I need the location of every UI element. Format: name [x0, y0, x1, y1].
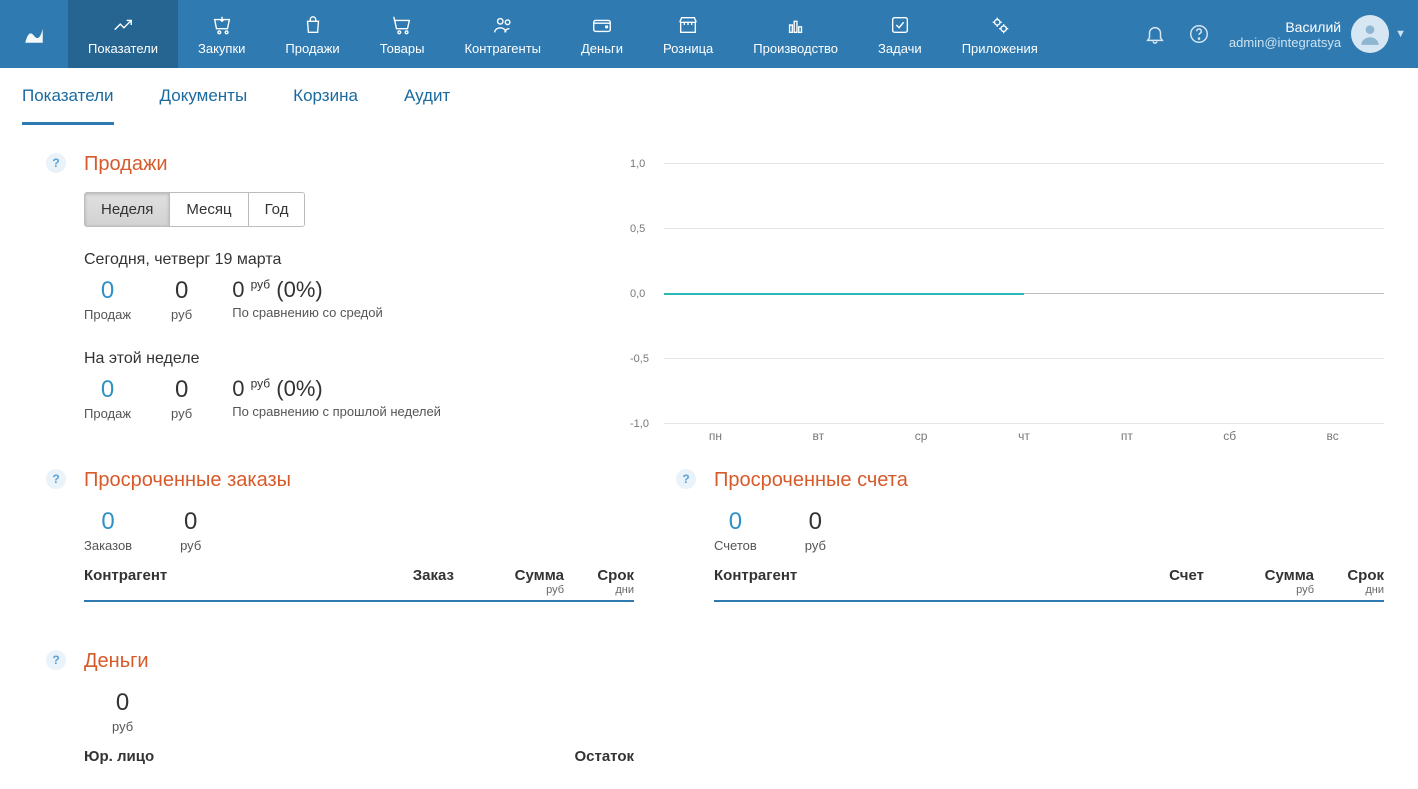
- avatar: [1351, 15, 1389, 53]
- nav-label: Продажи: [285, 41, 339, 56]
- nav-counterparties[interactable]: Контрагенты: [444, 0, 561, 68]
- factory-icon: [785, 13, 807, 37]
- subtabs: Показатели Документы Корзина Аудит: [0, 68, 1418, 125]
- overdue-orders-table-head: Контрагент Заказ Суммаруб Срокдни: [84, 567, 634, 602]
- store-icon: [677, 13, 699, 37]
- nav-label: Розница: [663, 41, 713, 56]
- money-amount: 0: [112, 689, 133, 717]
- help-badge[interactable]: ?: [676, 469, 696, 489]
- period-year-button[interactable]: Год: [248, 193, 305, 226]
- today-sales-count: 0: [84, 277, 131, 305]
- cart-in-icon: [211, 13, 233, 37]
- top-navbar: Показатели Закупки Продажи Товары Контра…: [0, 0, 1418, 68]
- today-date: Сегодня, четверг 19 марта: [84, 251, 634, 269]
- nav-label: Товары: [380, 41, 425, 56]
- help-badge[interactable]: ?: [46, 153, 66, 173]
- tab-indicators[interactable]: Показатели: [22, 86, 114, 125]
- person-icon: [1357, 21, 1383, 47]
- nav-label: Показатели: [88, 41, 158, 56]
- checklist-icon: [889, 13, 911, 37]
- tab-trash[interactable]: Корзина: [293, 86, 358, 125]
- chart-series-line: [664, 293, 1024, 295]
- users-icon: [492, 13, 514, 37]
- overdue-orders-title: Просроченные заказы: [84, 469, 634, 492]
- nav-purchases[interactable]: Закупки: [178, 0, 265, 68]
- nav-goods[interactable]: Товары: [360, 0, 445, 68]
- nav-apps[interactable]: Приложения: [942, 0, 1058, 68]
- logo[interactable]: [0, 0, 68, 68]
- chart-line-icon: [112, 13, 134, 37]
- nav-label: Контрагенты: [464, 41, 541, 56]
- week-label: На этой неделе: [84, 350, 634, 368]
- overdue-invoices-table-head: Контрагент Счет Суммаруб Срокдни: [714, 567, 1384, 602]
- gears-icon: [989, 13, 1011, 37]
- nav-label: Задачи: [878, 41, 922, 56]
- week-sales-amount: 0: [171, 376, 192, 404]
- period-toggle: Неделя Месяц Год: [84, 192, 305, 227]
- nav-label: Производство: [753, 41, 838, 56]
- nav-retail[interactable]: Розница: [643, 0, 733, 68]
- nav-indicators[interactable]: Показатели: [68, 0, 178, 68]
- user-email: admin@integratsya: [1229, 35, 1341, 50]
- nav-label: Деньги: [581, 41, 623, 56]
- help-badge[interactable]: ?: [46, 650, 66, 670]
- help-circle-icon: [1188, 23, 1210, 45]
- wallet-icon: [591, 13, 613, 37]
- nav-tasks[interactable]: Задачи: [858, 0, 942, 68]
- nav-production[interactable]: Производство: [733, 0, 858, 68]
- user-name: Василий: [1229, 19, 1341, 35]
- notifications-button[interactable]: [1133, 0, 1177, 68]
- today-compare: По сравнению со средой: [232, 305, 383, 320]
- overdue-invoices-title: Просроченные счета: [714, 469, 1384, 492]
- nav-label: Закупки: [198, 41, 245, 56]
- cart-icon: [391, 13, 413, 37]
- period-week-button[interactable]: Неделя: [85, 193, 169, 226]
- sales-chart: 1,0 0,5 0,0 -0,5 -1,0 пн вт ср чт пт сб …: [634, 153, 1384, 443]
- overdue-orders-count: 0: [84, 508, 132, 536]
- user-menu[interactable]: Василий admin@integratsya ▼: [1221, 15, 1406, 53]
- nav-sales[interactable]: Продажи: [265, 0, 359, 68]
- overdue-invoices-count: 0: [714, 508, 757, 536]
- sales-title: Продажи: [84, 153, 634, 176]
- tab-documents[interactable]: Документы: [160, 86, 248, 125]
- week-compare: По сравнению с прошлой неделей: [232, 404, 441, 419]
- week-sales-count-label: Продаж: [84, 406, 131, 421]
- nav-money[interactable]: Деньги: [561, 0, 643, 68]
- today-sales-amount-label: руб: [171, 307, 192, 322]
- nav-label: Приложения: [962, 41, 1038, 56]
- week-delta: 0 руб (0%): [232, 376, 441, 402]
- today-sales-amount: 0: [171, 277, 192, 305]
- today-delta: 0 руб (0%): [232, 277, 383, 303]
- chevron-down-icon: ▼: [1395, 28, 1406, 40]
- week-sales-count: 0: [84, 376, 131, 404]
- help-badge[interactable]: ?: [46, 469, 66, 489]
- period-month-button[interactable]: Месяц: [169, 193, 247, 226]
- tab-audit[interactable]: Аудит: [404, 86, 450, 125]
- today-sales-count-label: Продаж: [84, 307, 131, 322]
- overdue-orders-amount: 0: [180, 508, 201, 536]
- overdue-invoices-amount: 0: [805, 508, 826, 536]
- money-title: Деньги: [84, 650, 634, 673]
- week-sales-amount-label: руб: [171, 406, 192, 421]
- bag-icon: [302, 13, 324, 37]
- money-table-head: Юр. лицо Остаток: [84, 748, 634, 769]
- bell-icon: [1144, 23, 1166, 45]
- help-button[interactable]: [1177, 0, 1221, 68]
